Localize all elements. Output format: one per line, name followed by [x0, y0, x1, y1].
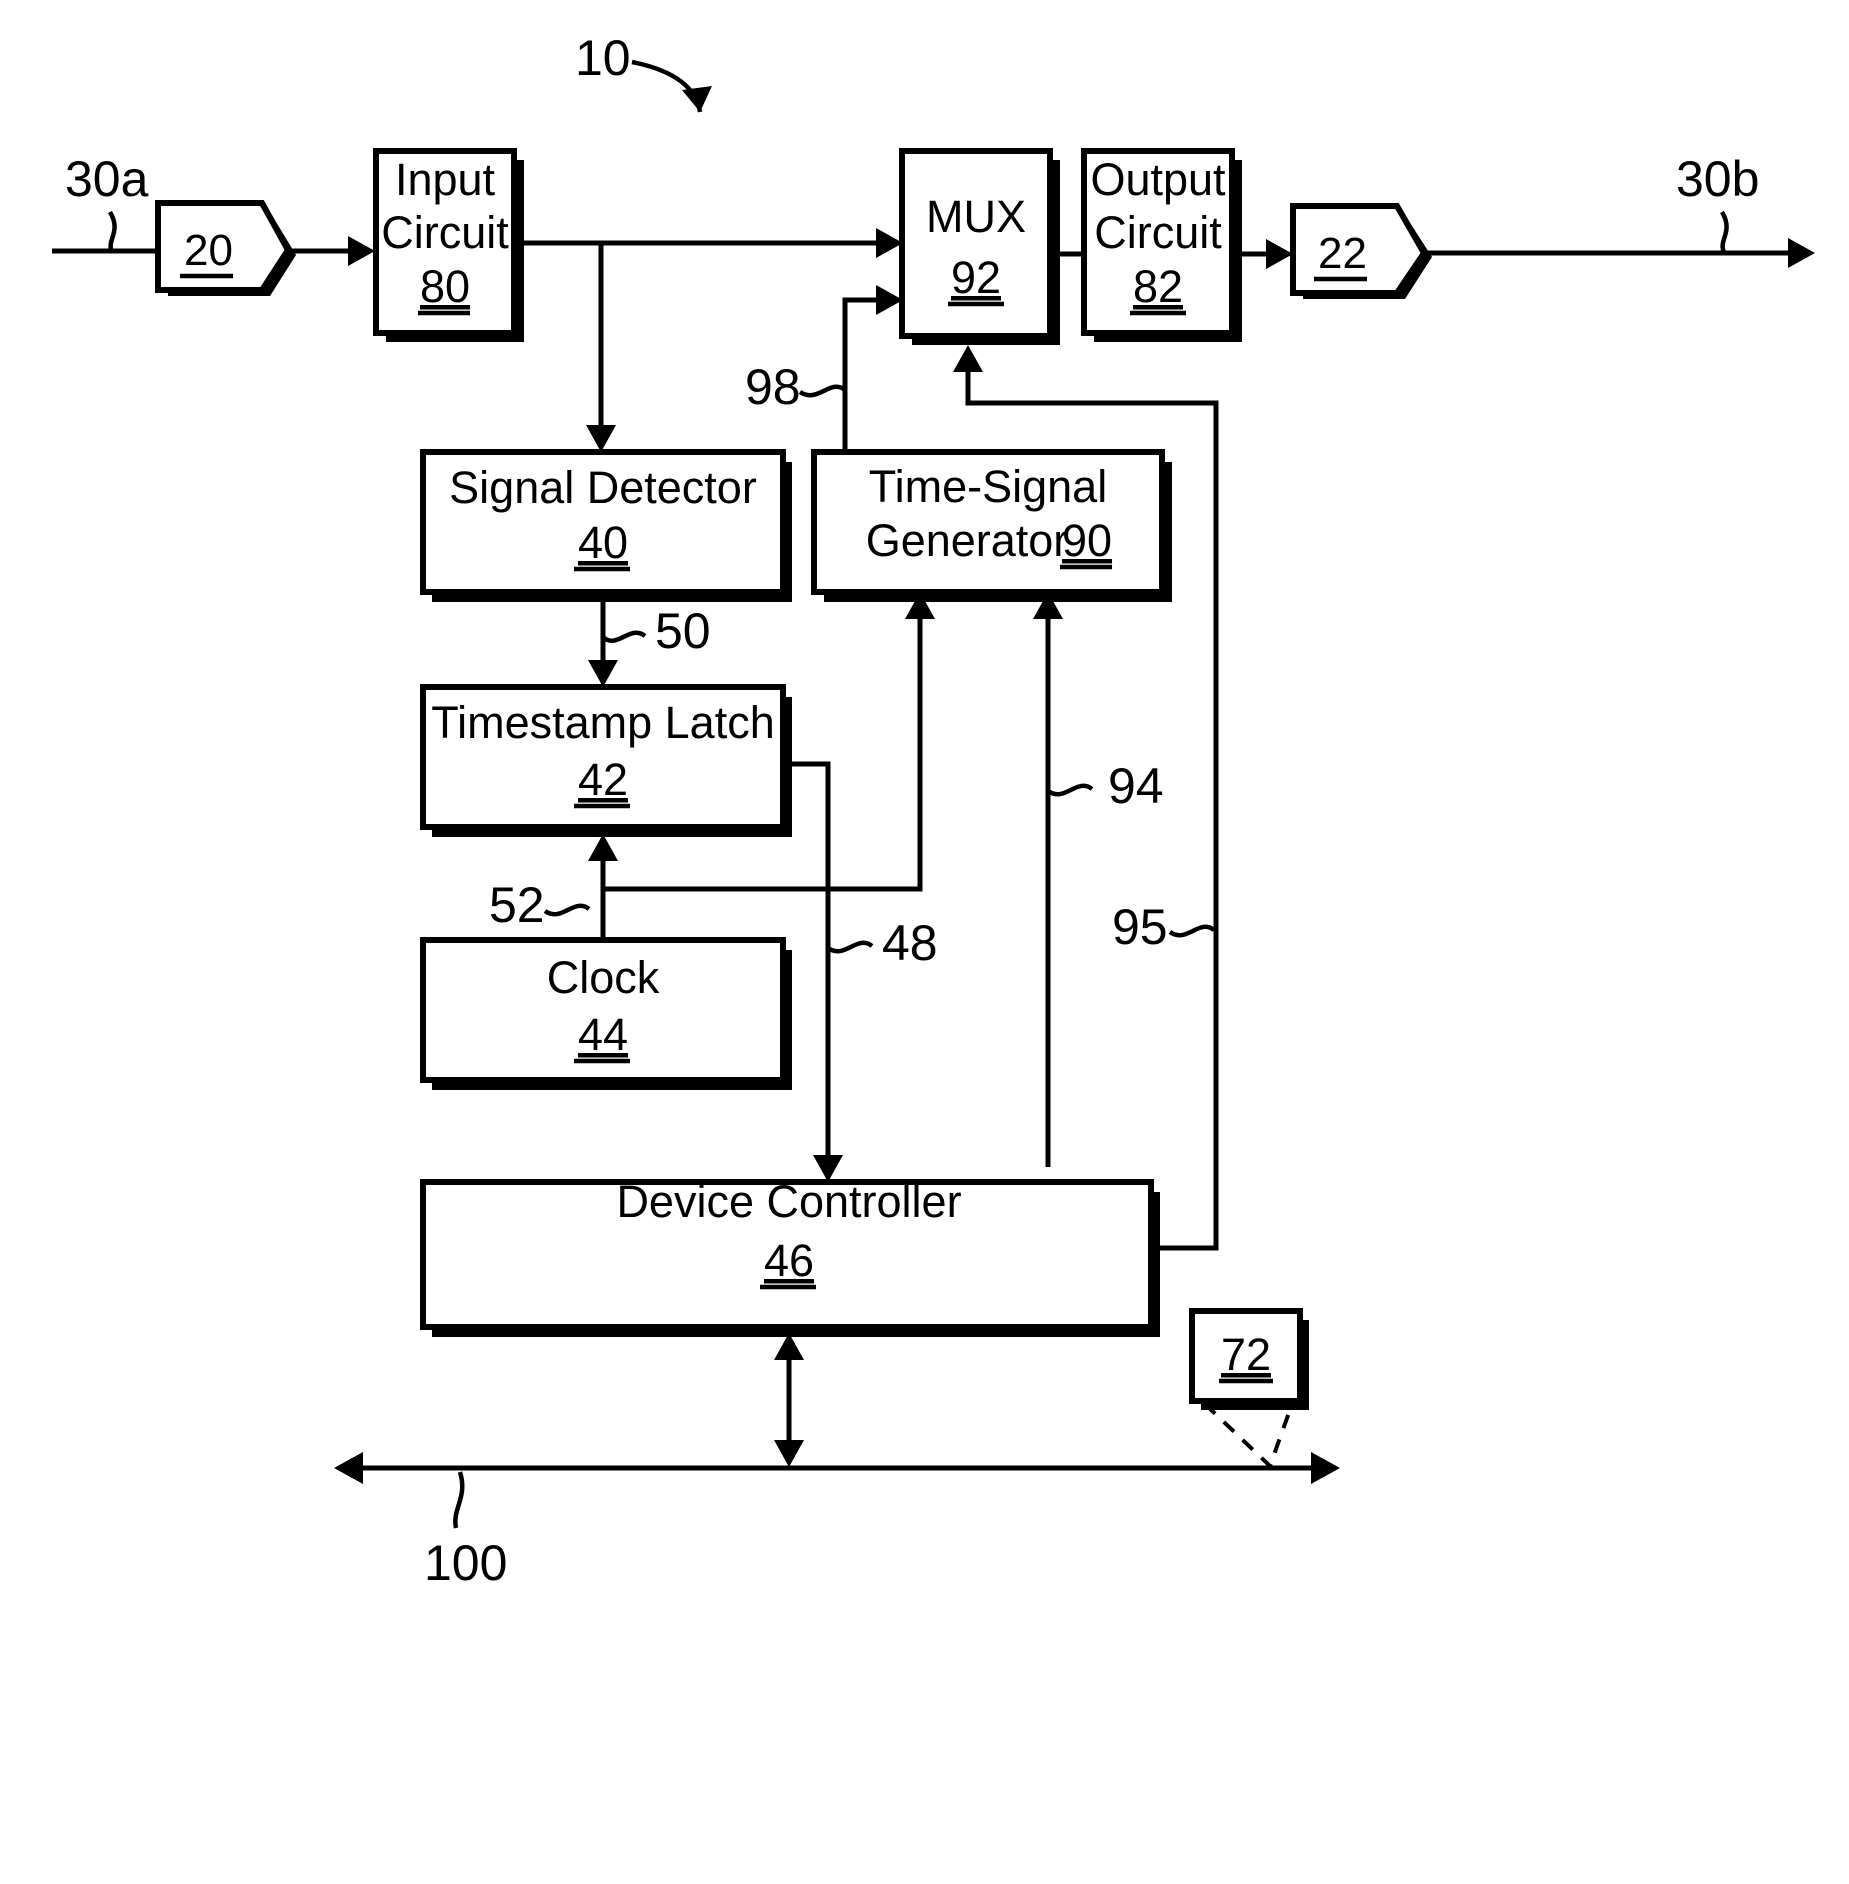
- signal-95-leader: [1168, 924, 1216, 938]
- arrow-bus-down: [774, 1440, 804, 1467]
- signal-98-label: 98: [745, 359, 801, 415]
- bus-ref-label: 100: [424, 1535, 507, 1591]
- timestamp-latch-label: Timestamp Latch: [431, 697, 774, 748]
- bus-leader: [453, 1471, 465, 1529]
- arrow-into-input-circuit: [348, 236, 375, 266]
- node-72-dashed-connector: [1203, 1402, 1294, 1470]
- clock-ref: 44: [578, 1009, 628, 1060]
- figure-number-leader: [631, 59, 703, 113]
- signal-52-label: 52: [489, 877, 545, 933]
- output-circuit-label-line1: Output: [1090, 154, 1226, 205]
- signal-94-label: 94: [1108, 758, 1164, 814]
- device-controller-label: Device Controller: [616, 1176, 961, 1227]
- output-circuit-label-line2: Circuit: [1094, 207, 1222, 258]
- arrow-into-signal-detector: [586, 425, 616, 452]
- bus-arrow-left: [334, 1452, 363, 1484]
- wire-98-generator-to-mux: [842, 297, 888, 452]
- input-circuit-ref: 80: [420, 261, 470, 312]
- arrow-52-into-latch: [588, 834, 618, 861]
- signal-95-label: 95: [1112, 899, 1168, 955]
- timestamp-latch-ref: 42: [578, 754, 628, 805]
- patent-figure: 10 30a 20 Input Circuit 80 MUX 92 Output…: [0, 0, 1849, 1884]
- signal-48-leader: [826, 940, 874, 954]
- connector-22-ref: 22: [1318, 229, 1367, 278]
- time-signal-generator-label-line1: Time-Signal: [869, 461, 1107, 512]
- arrow-bus-up: [774, 1333, 804, 1360]
- block-diagram-svg: 10 30a 20 Input Circuit 80 MUX 92 Output…: [52, 30, 1815, 1591]
- arrow-95-into-mux: [953, 345, 983, 372]
- signal-detector-ref: 40: [578, 517, 628, 568]
- signal-50-label: 50: [655, 603, 711, 659]
- signal-50-leader: [601, 630, 647, 643]
- time-signal-generator-ref: 90: [1062, 515, 1112, 566]
- port-30a-label: 30a: [65, 151, 149, 207]
- arrow-into-connector-22: [1266, 239, 1293, 269]
- mux-label: MUX: [926, 191, 1026, 242]
- signal-94-leader: [1046, 783, 1094, 797]
- arrow-output-line: [1788, 238, 1815, 268]
- connector-20-ref: 20: [184, 226, 233, 275]
- signal-48-label: 48: [882, 915, 938, 971]
- input-circuit-label-line2: Circuit: [381, 207, 509, 258]
- bus-arrow-right: [1311, 1452, 1340, 1484]
- input-circuit-label-line1: Input: [395, 154, 496, 205]
- port-30b-leader: [1719, 210, 1729, 254]
- time-signal-generator-label-line2: Generator: [866, 515, 1069, 566]
- mux-fill: [902, 151, 1050, 336]
- figure-number-label: 10: [575, 30, 631, 86]
- port-30a-leader: [107, 210, 117, 254]
- output-circuit-ref: 82: [1133, 261, 1183, 312]
- arrow-50-into-latch: [588, 660, 618, 687]
- arrow-into-mux-data: [876, 228, 903, 258]
- port-30b-label: 30b: [1676, 151, 1759, 207]
- figure-number-arrowhead: [682, 86, 712, 112]
- signal-52-leader: [543, 903, 591, 917]
- node-72-ref: 72: [1221, 1329, 1271, 1380]
- signal-detector-label: Signal Detector: [449, 462, 757, 513]
- clock-label: Clock: [547, 952, 660, 1003]
- mux-ref: 92: [951, 252, 1001, 303]
- device-controller-ref: 46: [764, 1235, 814, 1286]
- signal-98-leader: [798, 384, 847, 398]
- arrow-98-into-mux: [876, 285, 903, 315]
